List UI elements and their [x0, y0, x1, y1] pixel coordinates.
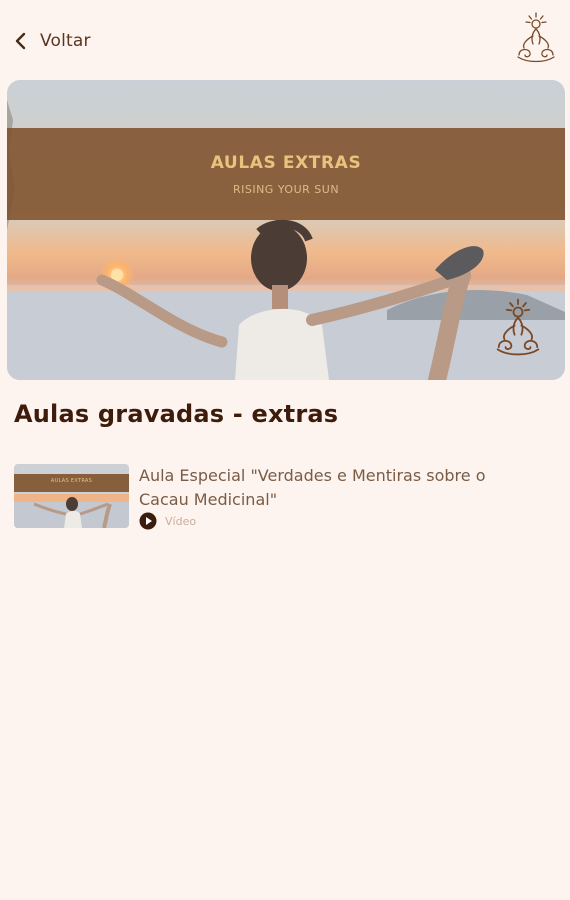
banner-title: AULAS EXTRAS: [210, 152, 362, 173]
lesson-type: Vídeo: [165, 514, 197, 528]
play-circle-icon: [139, 512, 157, 530]
thumb-caption: AULAS EXTRAS: [50, 478, 93, 484]
lesson-meta: Vídeo: [139, 512, 539, 530]
back-button[interactable]: Voltar: [14, 27, 91, 55]
lesson-title: Aula Especial "Verdades e Mentiras sobre…: [139, 466, 486, 509]
lesson-thumbnail: AULAS EXTRAS: [14, 464, 129, 528]
chevron-left-icon: [15, 32, 26, 50]
lesson-item[interactable]: AULAS EXTRAS Aula Especial "Verdades e M…: [14, 464, 554, 534]
banner-logo-icon: [496, 298, 540, 356]
top-bar: Voltar: [0, 0, 570, 80]
course-banner[interactable]: AULAS EXTRAS RISING YOUR SUN: [7, 80, 565, 380]
section-title: Aulas gravadas - extras: [14, 400, 339, 428]
banner-title-band: AULAS EXTRAS RISING YOUR SUN: [7, 128, 565, 220]
back-label: Voltar: [40, 31, 91, 51]
banner-subtitle: RISING YOUR SUN: [232, 182, 340, 196]
meditation-logo-icon: [517, 12, 555, 63]
lesson-info: Aula Especial "Verdades e Mentiras sobre…: [139, 464, 539, 534]
banner-photo: [7, 80, 565, 380]
